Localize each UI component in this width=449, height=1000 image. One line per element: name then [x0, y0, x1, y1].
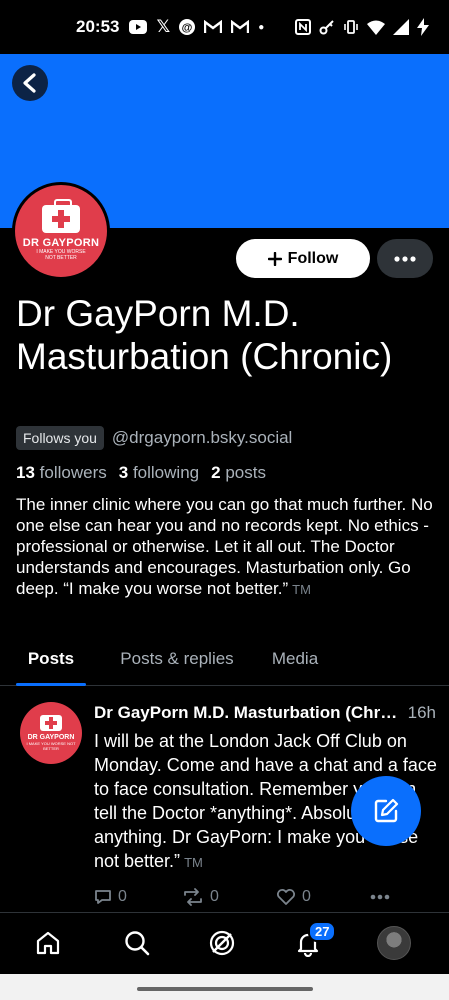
profile-stats: 13 followers 3 following 2 posts [16, 463, 266, 483]
vibrate-icon [344, 20, 358, 34]
followers-count: 13 [16, 463, 35, 482]
status-bar: 20:53 𝕏 @ ● [0, 0, 449, 54]
svg-text:@: @ [182, 22, 193, 34]
medical-kit-icon [42, 199, 80, 233]
feeds-icon [209, 930, 235, 956]
nav-profile[interactable] [376, 925, 412, 961]
search-icon [125, 931, 150, 956]
notification-badge: 27 [308, 921, 337, 942]
nav-search[interactable] [119, 925, 155, 961]
profile-display-name: Dr GayPorn M.D. Masturbation (Chronic) [16, 293, 393, 377]
profile-handle: @drgayporn.bsky.social [111, 428, 293, 447]
repost-button[interactable]: 0 [182, 888, 276, 906]
heart-icon [277, 889, 295, 905]
system-home-indicator [0, 974, 449, 1000]
signal-icon [393, 19, 409, 35]
post-header: Dr GayPorn M.D. Masturbation (Chronic) 1… [94, 703, 436, 723]
threads-icon: @ [179, 19, 196, 35]
post-author[interactable]: Dr GayPorn M.D. Masturbation (Chronic) [94, 703, 400, 723]
bottom-navigation: 27 [0, 912, 449, 974]
like-button[interactable]: 0 [276, 888, 370, 906]
back-button[interactable] [12, 65, 48, 101]
post-avatar-tagline: I MAKE YOU WORSE NOT BETTER [26, 741, 76, 751]
plus-icon [267, 251, 282, 266]
tab-posts-and-replies[interactable]: Posts & replies [114, 638, 240, 685]
x-icon: 𝕏 [156, 17, 171, 36]
nav-feeds[interactable] [204, 925, 240, 961]
status-time: 20:53 [76, 17, 120, 36]
follow-label: Follow [287, 249, 339, 267]
post-more-button[interactable] [370, 894, 390, 900]
home-icon [36, 931, 60, 955]
gmail-icon [204, 20, 223, 33]
profile-bio: The inner clinic where you can go that m… [16, 494, 441, 600]
key-icon [319, 20, 334, 35]
reply-icon [95, 890, 111, 904]
gmail-icon [231, 20, 250, 33]
medical-kit-icon [40, 715, 62, 731]
reply-button[interactable]: 0 [94, 888, 182, 906]
tab-media[interactable]: Media [270, 638, 320, 685]
follow-button[interactable]: Follow [236, 239, 370, 278]
follows-you-badge: Follows you [16, 426, 104, 450]
following-stat[interactable]: 3 following [119, 463, 199, 483]
ellipsis-icon [370, 894, 390, 900]
repost-icon [184, 888, 202, 906]
nav-home[interactable] [30, 925, 66, 961]
bio-tm: TM [292, 582, 311, 597]
followers-label: followers [39, 463, 107, 482]
post-tm: TM [184, 855, 203, 870]
following-count: 3 [118, 463, 129, 482]
more-options-button[interactable] [377, 239, 433, 278]
compose-icon [374, 798, 399, 823]
profile-avatar[interactable]: DR GAYPORN I MAKE YOU WORSE NOT BETTER [12, 182, 110, 280]
post-author-avatar[interactable]: DR GAYPORN I MAKE YOU WORSE NOT BETTER [20, 702, 82, 764]
wifi-icon [367, 20, 385, 35]
post-actions: 0 0 0 [94, 885, 394, 909]
nav-notifications[interactable]: 27 [290, 921, 337, 961]
avatar-tagline: I MAKE YOU WORSE NOT BETTER [36, 249, 86, 261]
compose-button[interactable] [351, 776, 421, 846]
tab-posts[interactable]: Posts [16, 638, 86, 686]
profile-tabs: Posts Posts & replies Media [0, 638, 449, 686]
youtube-icon [129, 20, 148, 34]
posts-label: posts [225, 463, 266, 482]
repost-count: 0 [210, 888, 219, 905]
charging-icon [417, 18, 429, 36]
followers-stat[interactable]: 13 followers [16, 463, 107, 483]
following-label: following [132, 463, 200, 482]
avatar [377, 926, 411, 960]
posts-stat: 2 posts [211, 463, 266, 483]
handle-row: Follows you @drgayporn.bsky.social [16, 426, 292, 450]
avatar-name: DR GAYPORN [22, 237, 100, 249]
post-avatar-name: DR GAYPORN [27, 734, 75, 741]
posts-count: 2 [211, 463, 221, 482]
post-time: 16h [407, 703, 436, 722]
chevron-left-icon [23, 73, 36, 93]
reply-count: 0 [118, 888, 127, 905]
like-count: 0 [302, 888, 311, 905]
ellipsis-icon [394, 255, 416, 262]
dot-icon: ● [258, 21, 265, 33]
nfc-icon [295, 19, 311, 35]
home-gesture-bar[interactable] [137, 987, 313, 991]
bio-text: The inner clinic where you can go that m… [16, 495, 433, 598]
